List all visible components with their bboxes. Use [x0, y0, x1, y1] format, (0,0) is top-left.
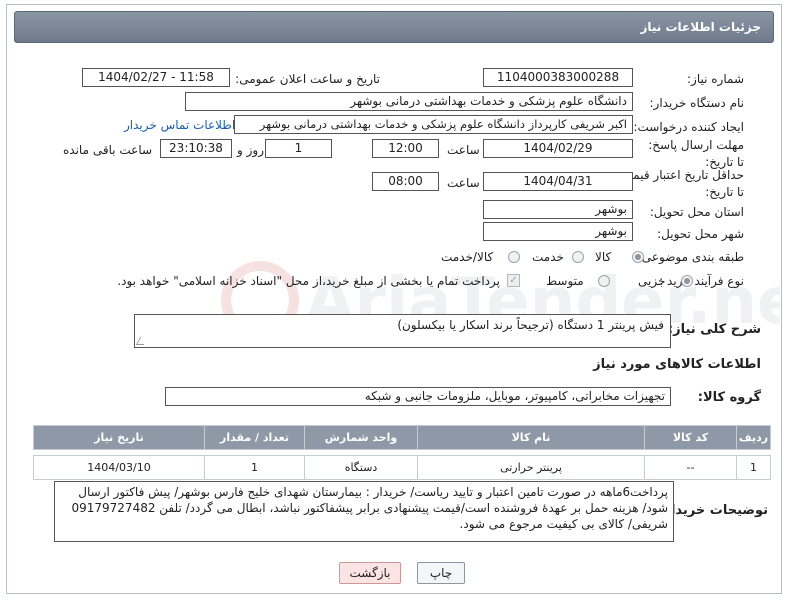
category-option-goods: کالا: [595, 250, 612, 264]
process-label: نوع فرآیند خرید :: [659, 274, 744, 288]
process-option-medium: متوسط: [546, 274, 584, 288]
page-header: جزئیات اطلاعات نیاز: [14, 11, 774, 43]
deadline-time-field: 12:00: [372, 139, 439, 158]
buyer-org-label: نام دستگاه خریدار:: [649, 96, 745, 110]
cell-goods-code: --: [644, 455, 737, 480]
goods-group-label: گروه کالا:: [697, 390, 761, 405]
category-option-goods-service: کالا/خدمت: [441, 250, 494, 264]
table-row: 1 -- پرینتر حرارتی دستگاه 1 1404/03/10: [33, 455, 771, 480]
cell-row-number: 1: [736, 455, 771, 480]
description-text: فیش پرینتر 1 دستگاه (ترجیحاً برند اسکار …: [397, 318, 664, 332]
category-radio-goods[interactable]: [632, 251, 644, 263]
goods-group-field: تجهیزات مخابراتی، کامپیوتر، موبایل، ملزو…: [165, 387, 671, 406]
column-header: ردیف: [736, 425, 771, 450]
creator-label: ایجاد کننده درخواست:: [633, 120, 744, 134]
days-label: روز و: [237, 143, 264, 157]
remaining-time-field: 23:10:38: [160, 139, 232, 158]
deadline-date-field: 1404/02/29: [483, 139, 633, 158]
price-validity-label: حداقل تاریخ اعتبار قیمت: تا تاریخ:: [617, 168, 744, 199]
column-header: کد کالا: [644, 425, 737, 450]
category-label: طبقه بندی موضوعی:: [637, 250, 744, 264]
city-label: شهر محل تحویل:: [657, 227, 744, 241]
back-button[interactable]: بازگشت: [339, 562, 401, 584]
goods-section-title: اطلاعات کالاهای مورد نیاز: [593, 357, 761, 372]
description-field: فیش پرینتر 1 دستگاه (ترجیحاً برند اسکار …: [134, 314, 671, 348]
print-button[interactable]: چاپ: [417, 562, 465, 584]
contact-buyer-link[interactable]: اطلاعات تماس خریدار: [124, 118, 235, 132]
deadline-label: مهلت ارسال پاسخ: تا تاریخ:: [648, 138, 744, 169]
deadline-time-label: ساعت: [447, 143, 480, 157]
announce-field: 1404/02/27 - 11:58: [82, 68, 230, 87]
page-title: جزئیات اطلاعات نیاز: [640, 20, 761, 34]
price-validity-time-label: ساعت: [447, 176, 480, 190]
price-validity-time-field: 08:00: [372, 172, 439, 191]
province-label: استان محل تحویل:: [649, 205, 744, 219]
treasury-payment-checkbox[interactable]: ✓: [507, 274, 520, 287]
cell-goods-name: پرینتر حرارتی: [417, 455, 645, 480]
remaining-time-label: ساعت باقی مانده: [63, 143, 153, 157]
resize-handle-icon[interactable]: [135, 337, 149, 345]
buyer-notes-field: پرداخت6ماهه در صورت تامین اعتبار و تایید…: [54, 481, 674, 542]
price-validity-date-field: 1404/04/31: [483, 172, 633, 191]
buyer-notes-label: توضیحات خریدار:: [658, 503, 768, 518]
column-header: واحد شمارش: [304, 425, 418, 450]
buyer-notes-text: پرداخت6ماهه در صورت تامین اعتبار و تایید…: [71, 485, 668, 531]
category-radio-service[interactable]: [572, 251, 584, 263]
process-radio-medium[interactable]: [598, 275, 610, 287]
column-header: نام کالا: [417, 425, 645, 450]
description-label: شرح کلی نیاز:: [667, 322, 761, 337]
creator-field: اکبر شریفی کارپرداز دانشگاه علوم پزشکی و…: [234, 115, 633, 134]
cell-unit: دستگاه: [304, 455, 418, 480]
cell-quantity: 1: [204, 455, 305, 480]
city-field: بوشهر: [483, 222, 633, 241]
goods-table: ردیف کد کالا نام کالا واحد شمارش تعداد /…: [33, 425, 771, 480]
need-number-label: شماره نیاز:: [687, 72, 744, 86]
category-radio-goods-service[interactable]: [508, 251, 520, 263]
process-option-minor: جزیی: [638, 274, 666, 288]
cell-need-date: 1404/03/10: [33, 455, 205, 480]
need-number-field: 1104000383000288: [483, 68, 633, 87]
process-radio-minor[interactable]: [681, 275, 693, 287]
goods-table-header: ردیف کد کالا نام کالا واحد شمارش تعداد /…: [33, 425, 771, 450]
days-remaining-field: 1: [265, 139, 332, 158]
province-field: بوشهر: [483, 200, 633, 219]
payment-note: پرداخت تمام یا بخشی از مبلغ خرید،از محل …: [117, 274, 500, 288]
category-option-service: خدمت: [532, 250, 564, 264]
buyer-org-field: دانشگاه علوم پزشکی و خدمات بهداشتی درمان…: [185, 92, 633, 111]
column-header: تعداد / مقدار: [204, 425, 305, 450]
column-header: تاریخ نیاز: [33, 425, 205, 450]
announce-label: تاریخ و ساعت اعلان عمومی:: [235, 72, 380, 86]
